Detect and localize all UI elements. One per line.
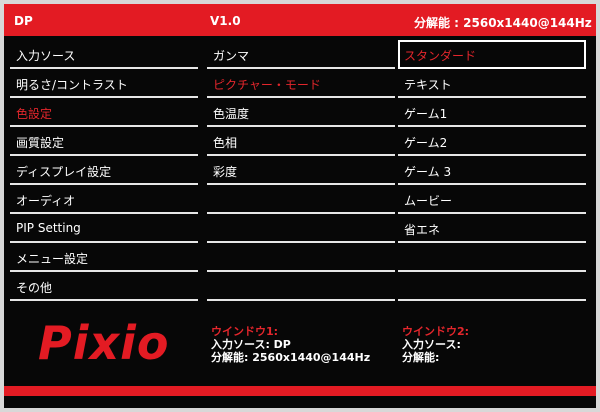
main-menu-item[interactable]: 色設定 xyxy=(10,98,198,127)
sub-menu-item[interactable]: 色相 xyxy=(207,127,395,156)
main-menu-item[interactable]: ディスプレイ設定 xyxy=(10,156,198,185)
main-menu-item-label: ディスプレイ設定 xyxy=(16,165,112,179)
option-item[interactable]: スタンダード xyxy=(398,40,586,69)
sub-menu-item[interactable]: ピクチャー・モード xyxy=(207,69,395,98)
main-menu-item[interactable]: 入力ソース xyxy=(10,40,198,69)
option-item-label: ゲーム 3 xyxy=(404,165,452,179)
option-item[interactable]: ゲーム 3 xyxy=(398,156,586,185)
sub-menu-item-label: 色温度 xyxy=(213,107,250,121)
main-menu-item[interactable]: PIP Setting xyxy=(10,214,198,243)
window2-title: ウインドウ2: xyxy=(402,325,470,338)
main-menu-item-label: 明るさ/コントラスト xyxy=(16,78,128,92)
main-menu-item-label: その他 xyxy=(16,281,53,295)
main-menu-item-label: オーディオ xyxy=(16,194,76,208)
main-menu-item-label: 色設定 xyxy=(16,107,53,121)
main-menu-item-label: メニュー設定 xyxy=(16,252,89,266)
sub-menu-item[interactable] xyxy=(207,243,395,272)
window1-title: ウインドウ1: xyxy=(211,325,279,338)
resolution-indicator: 分解能 : 2560x1440@144Hz xyxy=(414,16,592,30)
main-menu-item-label: 入力ソース xyxy=(16,49,76,63)
option-item[interactable]: テキスト xyxy=(398,69,586,98)
main-menu-item[interactable]: 画質設定 xyxy=(10,127,198,156)
header-bar: DP V1.0 分解能 : 2560x1440@144Hz xyxy=(4,4,596,36)
main-menu: 入力ソース明るさ/コントラスト 色設定画質設定ディスプレイ設定 オーディオ PIP S… xyxy=(10,40,198,301)
main-menu-item[interactable]: 明るさ/コントラスト xyxy=(10,69,198,98)
option-item[interactable]: 省エネ xyxy=(398,214,586,243)
option-item-label: ゲーム1 xyxy=(404,107,448,121)
sub-menu-item-label: 色相 xyxy=(213,136,238,150)
option-item[interactable]: ゲーム1 xyxy=(398,98,586,127)
option-item-label: ムービー xyxy=(404,194,453,208)
option-item[interactable] xyxy=(398,272,586,301)
window2-resolution: 分解能: xyxy=(402,351,440,364)
option-list: スタンダード テキストゲーム1 ゲーム2 ゲーム 3 ムービー省エネ xyxy=(398,40,586,301)
main-menu-item-label: PIP Setting xyxy=(16,221,81,235)
footer-bar xyxy=(4,386,596,396)
main-menu-item[interactable]: その他 xyxy=(10,272,198,301)
sub-menu-item-label: ピクチャー・モード xyxy=(213,78,321,92)
sub-menu-item-label: 彩度 xyxy=(213,165,238,179)
option-item-label: ゲーム2 xyxy=(404,136,448,150)
sub-menu-item[interactable] xyxy=(207,185,395,214)
option-item[interactable]: ゲーム2 xyxy=(398,127,586,156)
window1-resolution: 分解能: 2560x1440@144Hz xyxy=(211,351,371,364)
main-menu-item[interactable]: メニュー設定 xyxy=(10,243,198,272)
sub-menu-item[interactable]: 色温度 xyxy=(207,98,395,127)
option-item-label: 省エネ xyxy=(404,223,441,237)
window2-info: ウインドウ2: 入力ソース: 分解能: xyxy=(402,325,469,364)
window1-info: ウインドウ1: 入力ソース: DP 分解能: 2560x1440@144Hz xyxy=(211,325,370,364)
sub-menu: ガンマピクチャー・モード 色温度色相彩度 xyxy=(207,40,395,301)
pixio-logo: Pixio xyxy=(38,316,170,370)
option-item[interactable] xyxy=(398,243,586,272)
option-item-label: テキスト xyxy=(404,78,452,92)
input-source-indicator: DP xyxy=(14,14,33,28)
osd-panel: DP V1.0 分解能 : 2560x1440@144Hz 入力ソース明るさ/コ… xyxy=(4,4,596,408)
sub-menu-item[interactable]: 彩度 xyxy=(207,156,395,185)
sub-menu-item[interactable] xyxy=(207,214,395,243)
main-menu-item-label: 画質設定 xyxy=(16,136,65,150)
sub-menu-item[interactable]: ガンマ xyxy=(207,40,395,69)
main-menu-item[interactable]: オーディオ xyxy=(10,185,198,214)
version-label: V1.0 xyxy=(210,14,241,28)
sub-menu-item-label: ガンマ xyxy=(213,49,250,63)
window2-input: 入力ソース: xyxy=(402,338,461,351)
sub-menu-item[interactable] xyxy=(207,272,395,301)
option-item-label: スタンダード xyxy=(404,49,477,63)
window1-input: 入力ソース: DP xyxy=(211,338,291,351)
option-item[interactable]: ムービー xyxy=(398,185,586,214)
